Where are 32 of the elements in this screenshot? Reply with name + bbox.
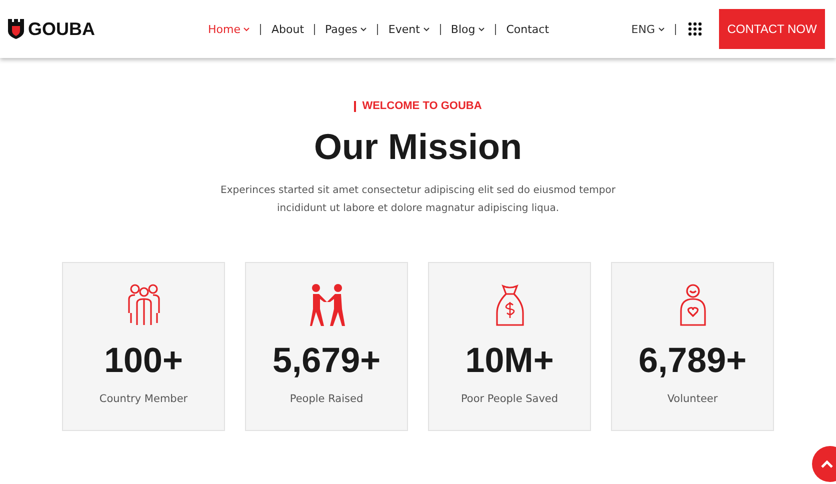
caret-icon xyxy=(243,26,250,32)
stat-value: 5,679+ xyxy=(272,341,381,381)
grid-menu-icon[interactable] xyxy=(688,22,702,36)
stat-label: People Raised xyxy=(290,393,364,405)
nav-link[interactable]: Blog xyxy=(450,22,486,36)
stat-label: Volunteer xyxy=(667,393,718,405)
stat-value: 10M+ xyxy=(465,341,554,381)
nav-link[interactable]: Pages xyxy=(325,22,368,36)
stat-label: Country Member xyxy=(99,393,188,405)
section-description: Experinces started sit amet consectetur adipiscing elit sed do eiusmod tempor incididunt ut labore et dolore magnatur adipiscing liqua. xyxy=(220,184,616,216)
stat-value: 6,789+ xyxy=(638,341,747,381)
logo-text: GOUBA xyxy=(28,18,95,40)
caret-icon xyxy=(658,26,665,32)
section-eyebrow: WELCOME TO GOUBA xyxy=(362,100,482,112)
nav-link[interactable]: About xyxy=(271,22,304,36)
nav-link[interactable]: Home xyxy=(208,22,250,36)
stat-label: Poor People Saved xyxy=(460,393,558,405)
shield-logo-icon xyxy=(8,19,24,39)
people-group-icon xyxy=(126,283,162,327)
contact-button[interactable]: CONTACT NOW xyxy=(719,9,825,49)
accent-bar-icon xyxy=(354,100,356,112)
section-title: Our Mission xyxy=(314,126,522,168)
caret-icon xyxy=(422,26,430,32)
stat-value: 100+ xyxy=(104,341,183,381)
nav-link[interactable]: Event xyxy=(388,22,430,36)
language-selector[interactable]: ENG xyxy=(631,22,665,36)
volunteer-icon xyxy=(678,283,706,327)
money-bag-icon xyxy=(494,283,524,327)
caret-icon xyxy=(360,26,368,32)
nav-link[interactable]: Contact xyxy=(506,22,550,36)
caret-icon xyxy=(478,26,486,32)
chevron-up-icon xyxy=(821,460,833,468)
